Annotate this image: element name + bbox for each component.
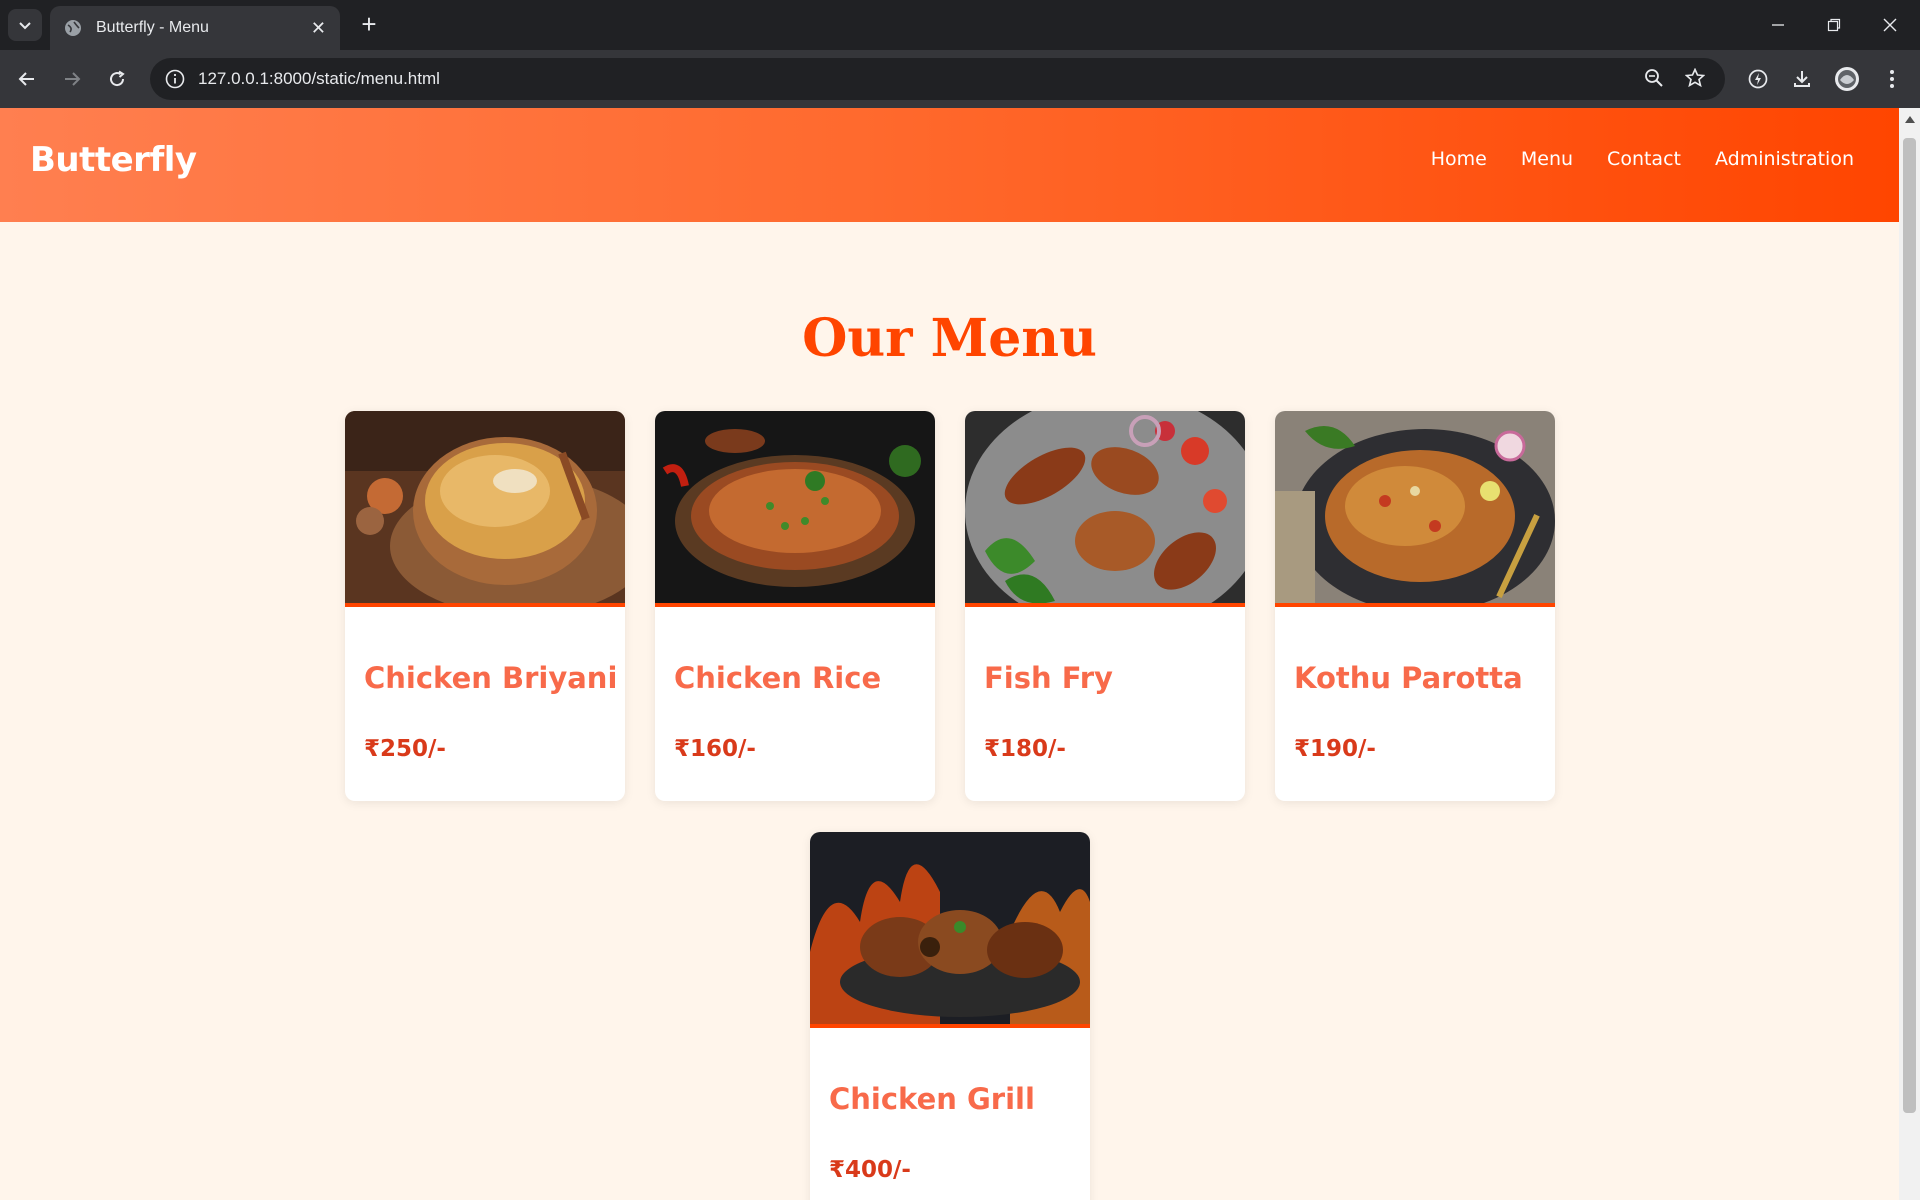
menu-card-kothu-parotta[interactable]: Kothu Parotta ₹190/- [1275, 411, 1555, 801]
star-icon [1685, 68, 1705, 88]
menu-item-price: ₹180/- [984, 736, 1066, 762]
menu-item-price: ₹190/- [1294, 736, 1376, 762]
close-icon [1883, 18, 1897, 32]
arrow-right-icon [65, 72, 81, 86]
main-nav: Home Menu Contact Administration [1431, 148, 1854, 170]
globe-icon [65, 20, 81, 36]
zoom-button[interactable] [1636, 60, 1672, 96]
nav-contact[interactable]: Contact [1607, 148, 1681, 170]
address-bar[interactable]: 127.0.0.1:8000/static/menu.html [150, 58, 1725, 100]
restore-button[interactable] [1806, 0, 1862, 50]
menu-item-price: ₹160/- [674, 736, 756, 762]
site-header: Butterfly Home Menu Contact Administrati… [0, 108, 1899, 222]
menu-item-name: Chicken Grill [829, 1082, 1035, 1116]
page-scrollbar[interactable] [1899, 108, 1920, 1200]
url-text[interactable]: 127.0.0.1:8000/static/menu.html [198, 69, 1725, 89]
menu-item-price: ₹250/- [364, 736, 446, 762]
browser-tab[interactable]: Butterfly - Menu ✕ [50, 6, 340, 50]
profile-button[interactable] [1829, 61, 1865, 97]
forward-button[interactable] [55, 62, 89, 96]
reload-icon [110, 70, 125, 87]
extension-button[interactable] [1740, 61, 1776, 97]
chicken-briyani-photo [345, 411, 625, 607]
restore-icon [1827, 18, 1841, 32]
triangle-up-icon [1904, 116, 1915, 123]
menu-card-chicken-grill[interactable]: Chicken Grill ₹400/- [810, 832, 1090, 1200]
scroll-thumb[interactable] [1903, 138, 1916, 1113]
avatar [1835, 67, 1859, 91]
nav-administration[interactable]: Administration [1715, 148, 1854, 170]
close-tab-icon[interactable]: ✕ [311, 18, 326, 39]
arrow-left-icon [18, 72, 34, 86]
scroll-up-button[interactable] [1899, 112, 1920, 126]
minimize-icon [1772, 24, 1784, 26]
menu-item-name: Kothu Parotta [1294, 661, 1523, 695]
page-viewport: Butterfly Home Menu Contact Administrati… [0, 108, 1899, 1200]
menu-item-name: Fish Fry [984, 661, 1113, 695]
close-window-button[interactable] [1862, 0, 1918, 50]
tab-title: Butterfly - Menu [96, 19, 209, 36]
menu-card-chicken-briyani[interactable]: Chicken Briyani ₹250/- [345, 411, 625, 801]
kebab-menu-icon [1890, 70, 1894, 88]
minimize-button[interactable] [1750, 0, 1806, 50]
chicken-rice-photo [655, 411, 935, 607]
new-tab-button[interactable]: + [354, 10, 384, 40]
extension-icon [1748, 69, 1768, 89]
page-title: Our Menu [802, 308, 1097, 369]
chicken-grill-photo [810, 832, 1090, 1028]
site-logo[interactable]: Butterfly [30, 140, 197, 180]
fish-fry-photo [965, 411, 1245, 607]
back-button[interactable] [10, 62, 44, 96]
bookmark-button[interactable] [1677, 60, 1713, 96]
zoom-out-icon [1645, 69, 1663, 87]
downloads-button[interactable] [1784, 61, 1820, 97]
menu-card-chicken-rice[interactable]: Chicken Rice ₹160/- [655, 411, 935, 801]
reload-button[interactable] [100, 62, 134, 96]
kothu-parotta-photo [1275, 411, 1555, 607]
browser-tab-bar: Butterfly - Menu ✕ + [0, 0, 1920, 50]
menu-item-price: ₹400/- [829, 1157, 911, 1183]
tab-search-button[interactable] [8, 9, 42, 41]
menu-card-fish-fry[interactable]: Fish Fry ₹180/- [965, 411, 1245, 801]
nav-home[interactable]: Home [1431, 148, 1487, 170]
site-info-icon[interactable] [164, 68, 186, 90]
menu-item-name: Chicken Rice [674, 661, 882, 695]
browser-toolbar: 127.0.0.1:8000/static/menu.html [0, 50, 1920, 108]
download-icon [1794, 71, 1810, 87]
menu-item-name: Chicken Briyani [364, 661, 618, 695]
browser-menu-button[interactable] [1874, 61, 1910, 97]
chevron-down-icon [19, 22, 31, 30]
nav-menu[interactable]: Menu [1521, 148, 1573, 170]
